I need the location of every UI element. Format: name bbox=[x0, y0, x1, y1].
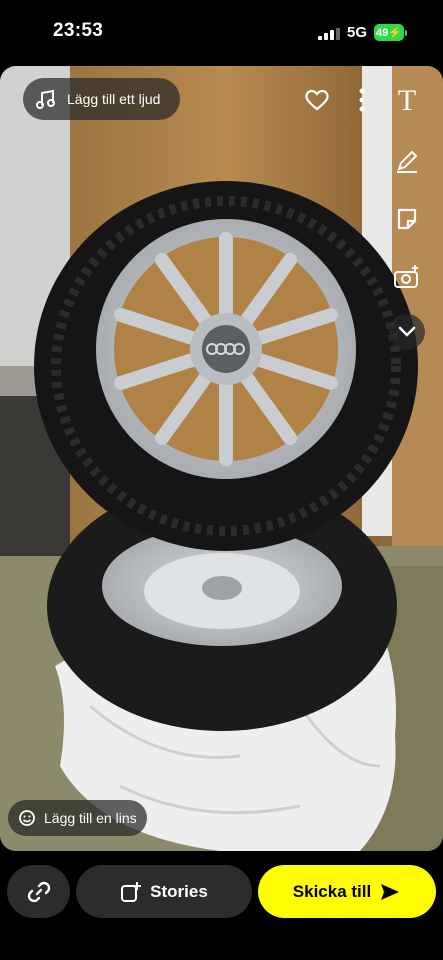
sticker-tool-button[interactable] bbox=[392, 204, 422, 234]
battery-level: 49 bbox=[376, 26, 389, 39]
draw-tool-button[interactable] bbox=[392, 146, 422, 176]
send-to-button[interactable]: Skicka till bbox=[258, 865, 436, 918]
chevron-down-icon bbox=[398, 326, 416, 337]
tires-photo bbox=[0, 66, 443, 851]
send-arrow-icon bbox=[381, 883, 400, 900]
music-note-icon bbox=[36, 89, 55, 109]
pencil-icon bbox=[397, 150, 418, 173]
text-icon: T bbox=[397, 84, 417, 117]
send-label: Skicka till bbox=[292, 881, 372, 901]
add-lens-label: Lägg till en lins bbox=[44, 810, 137, 826]
status-bar: 23:53 5G 49 ⚡ bbox=[0, 0, 443, 64]
camera-plus-icon bbox=[394, 265, 418, 288]
link-button[interactable] bbox=[7, 865, 70, 918]
network-type: 5G bbox=[347, 24, 368, 41]
stories-label: Stories bbox=[150, 881, 208, 901]
status-time: 23:53 bbox=[53, 20, 104, 41]
battery-tip bbox=[405, 30, 407, 36]
more-vertical-icon[interactable] bbox=[356, 86, 368, 114]
snap-photo[interactable] bbox=[0, 66, 443, 851]
add-sound-label: Lägg till ett ljud bbox=[67, 91, 161, 107]
battery-indicator: 49 ⚡ bbox=[374, 24, 404, 41]
story-add-icon bbox=[121, 881, 142, 902]
lens-icon bbox=[19, 810, 35, 826]
camera-tool-button[interactable] bbox=[392, 262, 422, 292]
add-lens-button[interactable]: Lägg till en lins bbox=[8, 800, 147, 836]
add-sound-button[interactable]: Lägg till ett ljud bbox=[23, 78, 180, 120]
sticker-icon bbox=[397, 208, 417, 230]
text-tool-button[interactable]: T bbox=[392, 84, 422, 117]
more-tools-button[interactable] bbox=[389, 314, 425, 350]
stories-button[interactable]: Stories bbox=[76, 865, 252, 918]
heart-icon[interactable] bbox=[304, 88, 330, 112]
signal-icon bbox=[318, 28, 340, 40]
bottom-bar: Stories Skicka till bbox=[0, 852, 443, 960]
link-icon bbox=[27, 881, 50, 902]
